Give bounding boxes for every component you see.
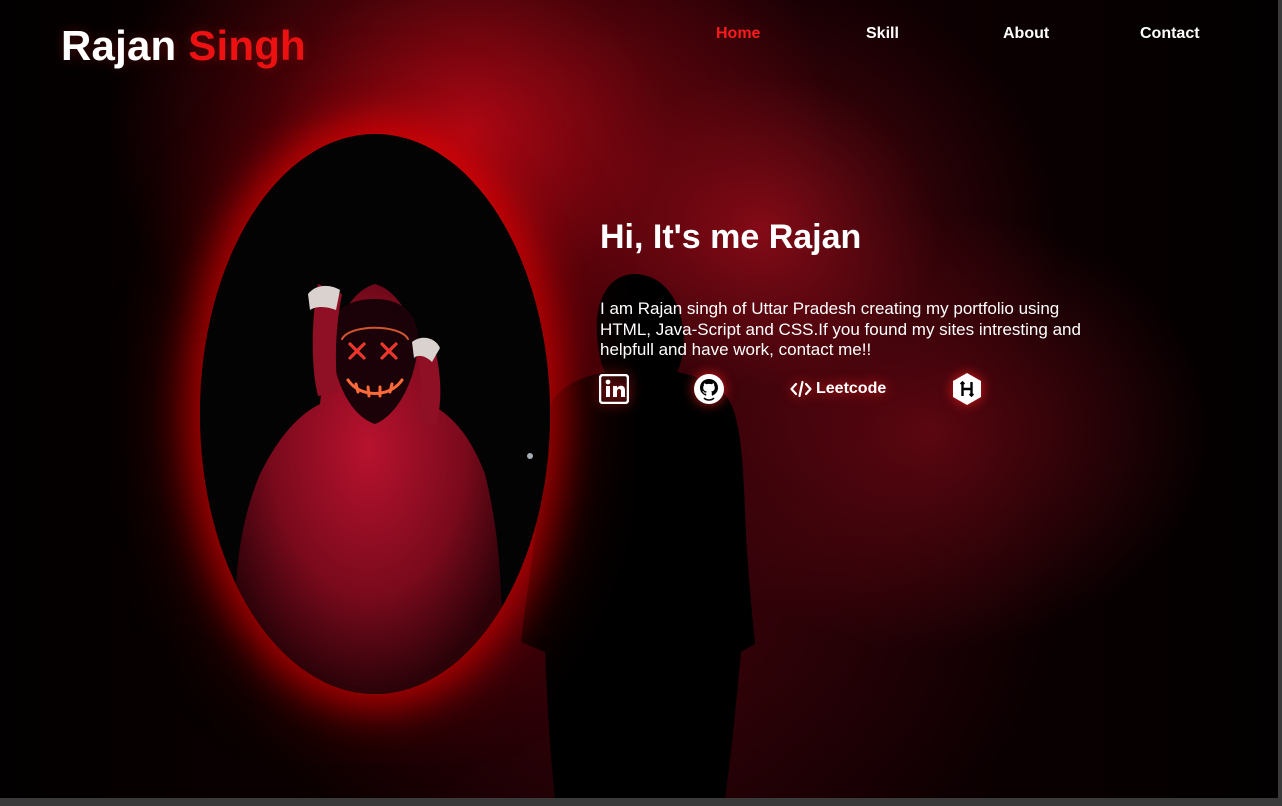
intro-section: Hi, It's me Rajan I am Rajan singh of Ut…	[600, 218, 1120, 361]
nav-contact-link[interactable]: Contact	[1140, 25, 1200, 43]
code-icon	[790, 380, 812, 398]
hackerrank-link[interactable]	[951, 372, 983, 406]
site-logo[interactable]: Rajan Singh	[61, 22, 306, 70]
hackerrank-icon	[953, 373, 981, 405]
linkedin-link[interactable]	[599, 372, 629, 406]
greeting-heading: Hi, It's me Rajan	[600, 218, 862, 256]
nav-about-link[interactable]: About	[1003, 25, 1049, 43]
leetcode-link[interactable]: Leetcode	[790, 372, 886, 406]
profile-portrait	[200, 134, 550, 694]
github-link[interactable]	[693, 372, 725, 406]
social-links: Leetcode	[597, 372, 1017, 408]
logo-last-name: Singh	[188, 22, 306, 69]
linkedin-icon	[599, 374, 629, 404]
github-icon	[694, 374, 724, 404]
nav-skill-link[interactable]: Skill	[866, 25, 899, 43]
site-header: Rajan Singh Home Skill About Contact	[0, 0, 1278, 80]
portfolio-page: Rajan Singh Home Skill About Contact Hi,…	[0, 0, 1278, 798]
leetcode-label: Leetcode	[816, 380, 887, 397]
intro-description: I am Rajan singh of Uttar Pradesh creati…	[600, 299, 1081, 359]
logo-first-name: Rajan	[61, 22, 177, 69]
nav-home-link[interactable]: Home	[716, 25, 760, 43]
